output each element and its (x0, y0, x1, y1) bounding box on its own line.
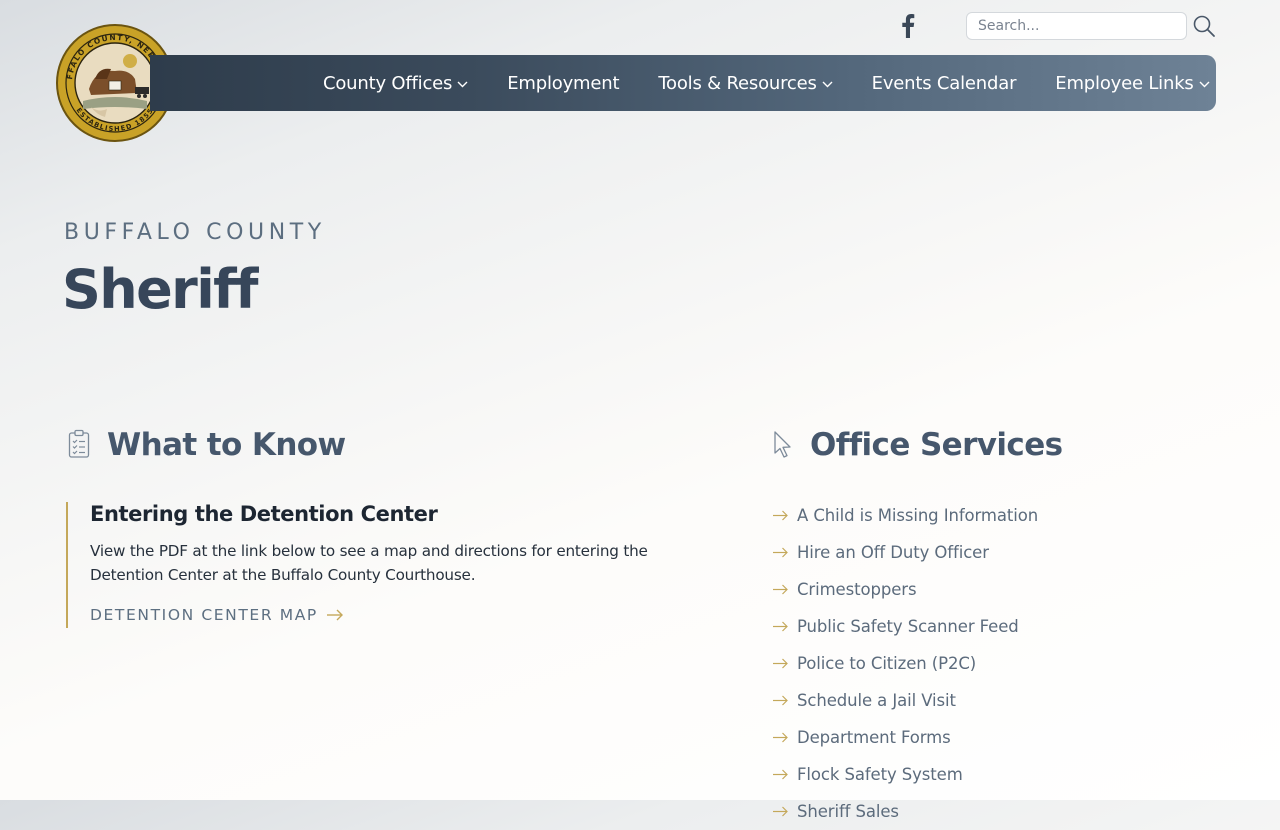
arrow-right-icon (773, 584, 788, 595)
service-label: Hire an Off Duty Officer (797, 543, 989, 562)
info-card: Entering the Detention Center View the P… (66, 502, 688, 628)
service-link-scanner-feed[interactable]: Public Safety Scanner Feed (772, 608, 1038, 645)
nav-label: Employment (507, 72, 620, 94)
page-kicker: BUFFALO COUNTY (64, 220, 326, 245)
facebook-icon (902, 14, 915, 38)
search-input[interactable] (966, 12, 1187, 40)
cursor-pointer-icon (772, 430, 796, 460)
arrow-right-icon (773, 695, 788, 706)
office-services-list: A Child is Missing Information Hire an O… (772, 497, 1038, 830)
service-link-p2c[interactable]: Police to Citizen (P2C) (772, 645, 1038, 682)
nav-item-employment[interactable]: Employment (507, 73, 619, 94)
arrow-right-icon (773, 510, 788, 521)
service-link-jail-visit[interactable]: Schedule a Jail Visit (772, 682, 1038, 719)
arrow-right-icon (773, 806, 788, 817)
service-label: Schedule a Jail Visit (797, 691, 956, 710)
service-link-crimestoppers[interactable]: Crimestoppers (772, 571, 1038, 608)
service-link-child-missing[interactable]: A Child is Missing Information (772, 497, 1038, 534)
facebook-link[interactable] (896, 12, 920, 40)
service-label: Sheriff Sales (797, 802, 899, 821)
service-label: Flock Safety System (797, 765, 963, 784)
nav-label: County Offices (323, 72, 453, 94)
arrow-right-icon (773, 658, 788, 669)
nav-item-events-calendar[interactable]: Events Calendar (872, 73, 1017, 94)
service-label: Crimestoppers (797, 580, 917, 599)
nav-list: County Offices Employment Tools & Resour… (323, 55, 1210, 111)
nav-item-employee-links[interactable]: Employee Links (1055, 72, 1210, 94)
search-button[interactable] (1191, 13, 1217, 39)
service-link-flock-safety[interactable]: Flock Safety System (772, 756, 1038, 793)
arrow-right-icon (773, 732, 788, 743)
nav-item-county-offices[interactable]: County Offices (323, 73, 468, 94)
chevron-down-icon (822, 81, 833, 87)
clipboard-checklist-icon (67, 429, 91, 459)
page-title: Sheriff (62, 258, 258, 321)
service-label: Department Forms (797, 728, 951, 747)
service-label: Public Safety Scanner Feed (797, 617, 1019, 636)
main-navigation: County Offices Employment Tools & Resour… (150, 55, 1216, 111)
arrow-right-icon (326, 609, 343, 621)
service-label: A Child is Missing Information (797, 506, 1039, 525)
arrow-right-icon (773, 769, 788, 780)
office-services-heading: Office Services (810, 427, 1063, 463)
nav-label: Employee Links (1055, 72, 1194, 94)
service-link-sheriff-sales[interactable]: Sheriff Sales (772, 793, 1038, 830)
service-link-department-forms[interactable]: Department Forms (772, 719, 1038, 756)
card-text: View the PDF at the link below to see a … (90, 542, 648, 584)
chevron-down-icon (457, 81, 468, 87)
service-link-off-duty-officer[interactable]: Hire an Off Duty Officer (772, 534, 1038, 571)
nav-label: Tools & Resources (658, 72, 817, 94)
arrow-right-icon (773, 547, 788, 558)
card-title: Entering the Detention Center (90, 502, 438, 526)
arrow-right-icon (773, 621, 788, 632)
nav-item-tools-resources[interactable]: Tools & Resources (658, 72, 833, 94)
detention-center-map-link[interactable]: DETENTION CENTER MAP (90, 606, 344, 624)
link-label: DETENTION CENTER MAP (90, 606, 318, 624)
service-label: Police to Citizen (P2C) (797, 654, 977, 673)
chevron-down-icon (1199, 81, 1210, 87)
nav-label: Events Calendar (871, 72, 1017, 94)
search-icon (1193, 15, 1215, 37)
what-to-know-heading: What to Know (107, 427, 346, 463)
